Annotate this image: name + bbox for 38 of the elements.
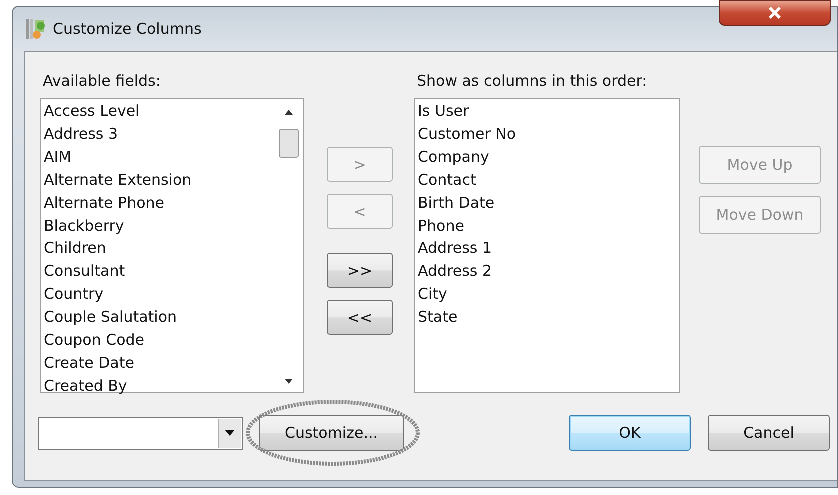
- list-item[interactable]: State: [418, 306, 676, 330]
- window-icon: [25, 17, 47, 41]
- list-item[interactable]: Company: [418, 146, 676, 169]
- list-item[interactable]: Contact: [418, 168, 676, 192]
- list-item[interactable]: Address 3: [44, 122, 272, 146]
- dropdown-field[interactable]: [38, 416, 243, 450]
- list-item[interactable]: Address 1: [418, 237, 676, 260]
- list-label: Available fields:: [42, 72, 162, 92]
- list-item[interactable]: Children: [44, 237, 272, 260]
- list-box[interactable]: Is User Customer No Company Contact Birth Date Phone Address 1 Address 2 City State: [414, 98, 680, 393]
- close-button[interactable]: [719, 0, 831, 26]
- close-icon: [768, 7, 782, 19]
- transfer-button[interactable]: >>: [327, 253, 393, 288]
- list-item[interactable]: Create Date: [44, 352, 272, 375]
- list-item[interactable]: Phone: [418, 214, 676, 238]
- list-item[interactable]: Access Level: [44, 100, 272, 123]
- list-item[interactable]: AIM: [44, 146, 272, 169]
- list-item[interactable]: Couple Salutation: [44, 306, 272, 330]
- dialog-button[interactable]: Customize...: [259, 415, 404, 451]
- list-item[interactable]: City: [418, 283, 676, 306]
- list-label: Show as columns in this order:: [416, 72, 648, 92]
- caret-icon: [225, 430, 235, 436]
- list-item[interactable]: Alternate Phone: [44, 192, 272, 215]
- list-item[interactable]: Birth Date: [418, 192, 676, 215]
- transfer-button[interactable]: <<: [327, 300, 393, 335]
- list-item[interactable]: Customer No: [418, 122, 676, 146]
- list-box[interactable]: Access Level Address 3 AIM Alternate Extension Alternate Phone Blackberry Children Consultant Country Couple Salutation Coupon Code Create Date Created By: [40, 98, 304, 393]
- list-item[interactable]: Coupon Code: [44, 329, 272, 352]
- list-item[interactable]: Is User: [418, 100, 676, 123]
- list-item[interactable]: Alternate Extension: [44, 168, 272, 192]
- list-item[interactable]: Country: [44, 283, 272, 306]
- window-title: Customize Columns: [53, 20, 202, 38]
- list-item[interactable]: Consultant: [44, 260, 272, 284]
- ok-button[interactable]: OK: [569, 415, 691, 451]
- list-item[interactable]: Address 2: [418, 260, 676, 284]
- list-item[interactable]: Blackberry: [44, 214, 272, 238]
- dialog-button[interactable]: Cancel: [708, 415, 830, 451]
- dropdown-button[interactable]: [218, 418, 241, 448]
